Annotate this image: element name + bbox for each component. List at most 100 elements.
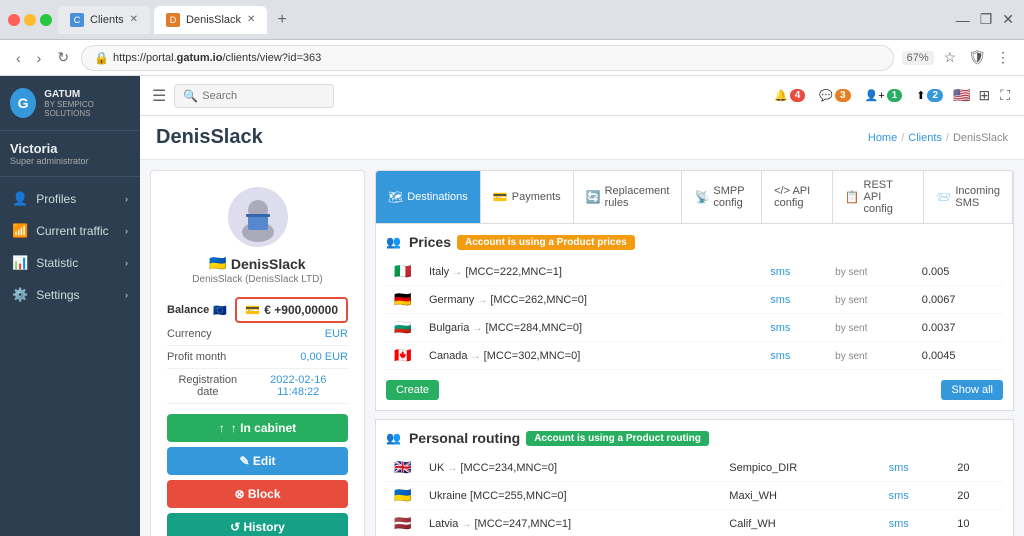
tab-label-denisslack: DenisSlack	[186, 14, 241, 26]
prices-badge: Account is using a Product prices	[457, 235, 635, 250]
page-header: DenisSlack Home / Clients / DenisSlack	[140, 116, 1024, 160]
search-box[interactable]: 🔍	[174, 84, 334, 108]
sidebar-item-statistic[interactable]: 📊 Statistic ›	[0, 247, 140, 279]
avatar-svg	[233, 192, 283, 242]
reload-button[interactable]: ↻	[53, 47, 73, 68]
cabinet-icon: ↑	[219, 421, 225, 435]
browser-close-icon[interactable]: ✕	[1000, 9, 1016, 30]
users-button[interactable]: 👤+ 1	[861, 87, 907, 104]
browser-controls	[8, 14, 52, 26]
uploads-button[interactable]: ⬆ 2	[912, 87, 947, 104]
notifications-button[interactable]: 🔔 4	[770, 87, 809, 104]
sidebar: G GATUM BY SEMPICO SOLUTIONS Victoria Su…	[0, 76, 140, 536]
top-bar-right: 🔔 4 💬 3 👤+ 1 ⬆ 2 🇺🇸 ⊞ ⛶	[770, 85, 1012, 106]
currency-row: Currency EUR	[167, 323, 348, 346]
browser-restore-icon[interactable]: ❐	[978, 9, 995, 30]
new-tab-button[interactable]: +	[271, 6, 292, 34]
profiles-arrow-icon: ›	[125, 194, 128, 204]
forward-button[interactable]: ›	[33, 48, 46, 68]
action-buttons: ↑ ↑ In cabinet ✎ Edit ⊗ Block	[167, 414, 348, 536]
shield-icon[interactable]: 🛡	[966, 47, 988, 68]
tab-denisslack[interactable]: D DenisSlack ✕	[154, 6, 267, 34]
tab-smpp-config[interactable]: 📡 SMPP config	[682, 171, 762, 223]
browser-chrome: C Clients ✕ D DenisSlack ✕ + — ❐ ✕	[0, 0, 1024, 40]
tab-favicon-denisslack: D	[166, 13, 180, 27]
breadcrumb: Home / Clients / DenisSlack	[868, 132, 1008, 144]
tab-replacement-rules[interactable]: 🔄 Replacement rules	[574, 171, 683, 223]
tab-close-denisslack[interactable]: ✕	[247, 14, 255, 25]
minimize-btn[interactable]	[24, 14, 36, 26]
bookmark-button[interactable]: ☆	[942, 47, 959, 68]
bell-icon: 🔔	[774, 89, 788, 102]
prices-icon: 👥	[386, 235, 401, 249]
balance-label: Balance 🇪🇺	[167, 304, 227, 317]
url-bar[interactable]: 🔒 https://portal.gatum.io/clients/view?i…	[81, 45, 894, 71]
search-icon: 🔍	[183, 89, 198, 103]
routing-section: 👥 Personal routing Account is using a Pr…	[375, 419, 1014, 536]
smpp-icon: 📡	[694, 190, 709, 204]
tab-rest-api-config[interactable]: 📋 REST API config	[833, 171, 925, 223]
tabs-bar: 🗺 Destinations 💳 Payments 🔄 Replacement …	[375, 170, 1014, 224]
profit-row: Profit month 0,00 EUR	[167, 346, 348, 369]
type-sms-4: sms	[762, 342, 827, 370]
hamburger-button[interactable]: ☰	[152, 86, 166, 106]
address-bar: ‹ › ↻ 🔒 https://portal.gatum.io/clients/…	[0, 40, 1024, 76]
profit-label: Profit month	[167, 351, 226, 363]
statistic-icon: 📊	[12, 255, 28, 271]
route-name-2: Maxi_WH	[721, 482, 880, 510]
tab-api-config[interactable]: </> API config	[762, 171, 832, 223]
history-button[interactable]: ↺ History	[167, 513, 348, 536]
messages-button[interactable]: 💬 3	[815, 87, 854, 104]
table-row: 🇱🇻 Latvia → [MCC=247,MNC=1] Calif_WH sms	[386, 510, 1003, 536]
top-bar: ☰ 🔍 🔔 4 💬 3 👤+ 1 ⬆	[140, 76, 1024, 116]
in-cabinet-button[interactable]: ↑ ↑ In cabinet	[167, 414, 348, 442]
main-area: ☰ 🔍 🔔 4 💬 3 👤+ 1 ⬆	[140, 76, 1024, 536]
routing-table: 🇬🇧 UK → [MCC=234,MNC=0] Sempico_DIR sms	[386, 454, 1003, 536]
logo-icon: G	[10, 88, 36, 118]
grid-view-button[interactable]: ⊞	[976, 85, 992, 106]
back-button[interactable]: ‹	[12, 48, 25, 68]
block-button[interactable]: ⊗ Block	[167, 480, 348, 508]
profit-value: 0,00 EUR	[300, 351, 348, 363]
tab-clients[interactable]: C Clients ✕	[58, 6, 150, 34]
tab-favicon-clients: C	[70, 13, 84, 27]
tab-bar: C Clients ✕ D DenisSlack ✕ +	[58, 6, 948, 34]
profile-card: 🇺🇦 DenisSlack DenisSlack (DenisSlack LTD…	[150, 170, 365, 536]
prices-show-all-button[interactable]: Show all	[941, 380, 1003, 400]
table-row: 🇮🇹 Italy → [MCC=222,MNC=1] sms	[386, 258, 1003, 286]
sidebar-item-profiles[interactable]: 👤 Profiles ›	[0, 183, 140, 215]
browser-minimize-icon[interactable]: —	[954, 10, 972, 30]
payments-icon: 💳	[493, 190, 508, 204]
breadcrumb-home[interactable]: Home	[868, 132, 897, 144]
expand-button[interactable]: ⛶	[998, 85, 1012, 106]
menu-button[interactable]: ⋮	[994, 47, 1012, 68]
user-plus-icon: 👤+	[865, 89, 885, 102]
maximize-btn[interactable]	[40, 14, 52, 26]
close-btn[interactable]	[8, 14, 20, 26]
edit-button[interactable]: ✎ Edit	[167, 447, 348, 475]
route-name-1: Sempico_DIR	[721, 454, 880, 482]
search-input[interactable]	[202, 90, 322, 102]
routing-type-3: sms	[881, 510, 950, 536]
tab-incoming-sms[interactable]: 📨 Incoming SMS	[924, 171, 1013, 223]
sidebar-item-settings[interactable]: ⚙️ Settings ›	[0, 279, 140, 311]
currency-value: EUR	[325, 328, 348, 340]
breadcrumb-clients[interactable]: Clients	[908, 132, 942, 144]
page-title: DenisSlack	[156, 126, 263, 149]
sidebar-nav: 👤 Profiles › 📶 Current traffic › 📊 Stati…	[0, 177, 140, 536]
avatar	[228, 187, 288, 247]
flag-uk: 🇬🇧	[394, 459, 411, 475]
sidebar-label-profiles: Profiles	[36, 192, 76, 206]
reg-date-row: Registration date 2022-02-16 11:48:22	[167, 369, 348, 404]
prices-create-button[interactable]: Create	[386, 380, 439, 400]
balance-row: Balance 🇪🇺 💳 € +900,00000	[167, 297, 348, 323]
table-row: 🇨🇦 Canada → [MCC=302,MNC=0] sms	[386, 342, 1003, 370]
tab-payments[interactable]: 💳 Payments	[481, 171, 574, 223]
sidebar-item-current-traffic[interactable]: 📶 Current traffic ›	[0, 215, 140, 247]
reg-date-label: Registration date	[167, 374, 249, 398]
sidebar-label-traffic: Current traffic	[36, 224, 108, 238]
tab-close-clients[interactable]: ✕	[130, 14, 138, 25]
routing-title: Personal routing Account is using a Prod…	[409, 430, 709, 446]
table-row: 🇬🇧 UK → [MCC=234,MNC=0] Sempico_DIR sms	[386, 454, 1003, 482]
tab-destinations[interactable]: 🗺 Destinations	[376, 171, 481, 223]
